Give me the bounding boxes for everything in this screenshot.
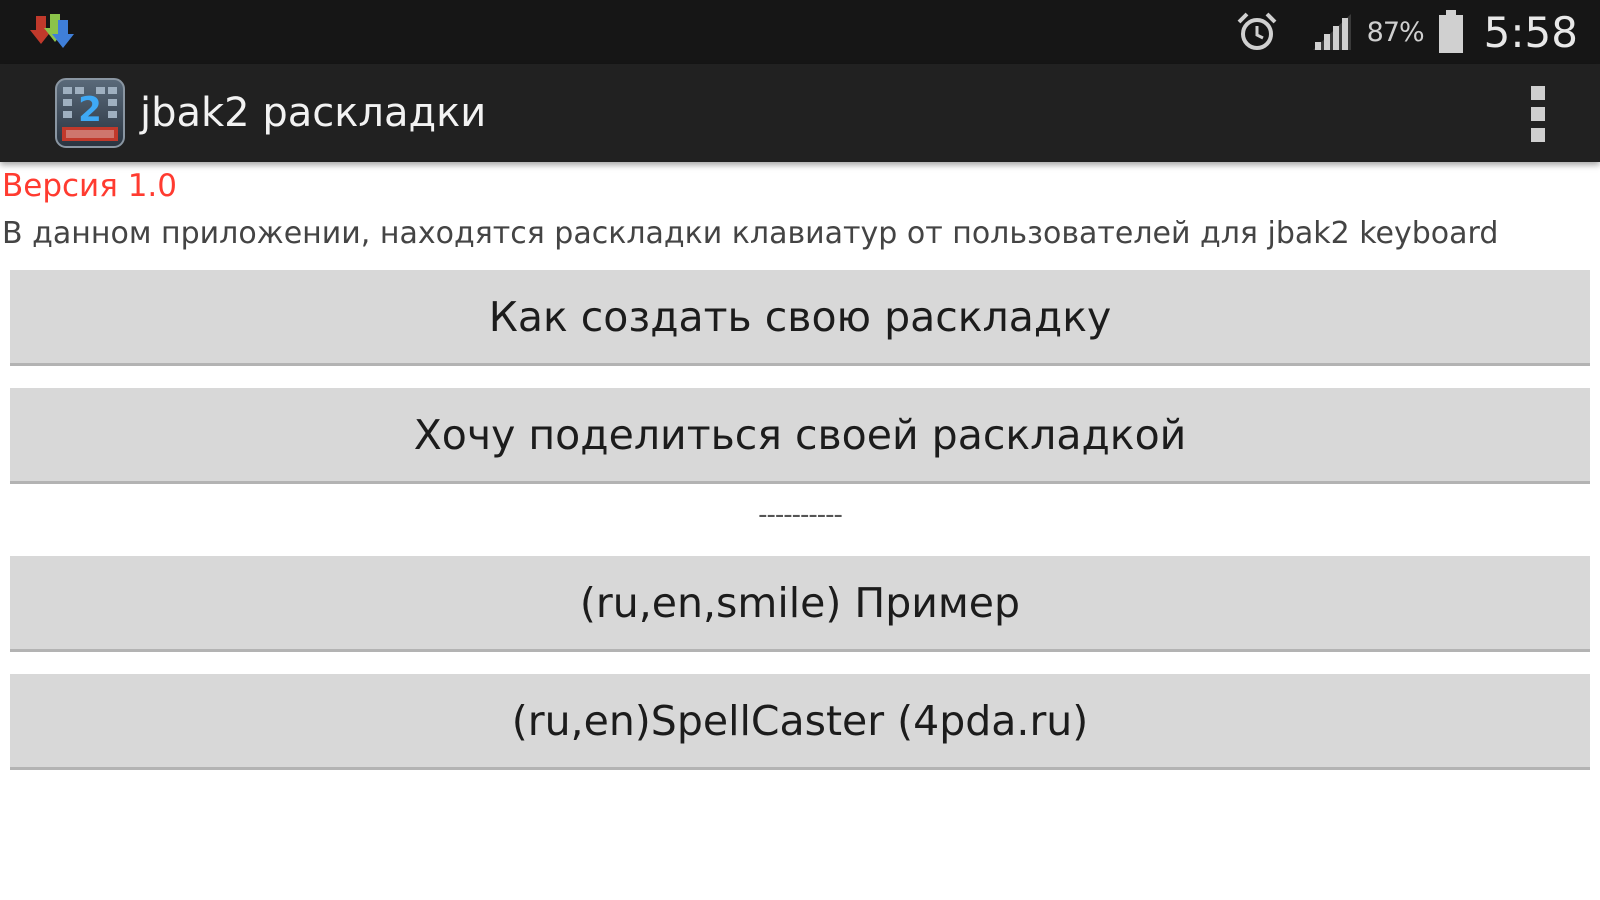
overflow-menu-icon[interactable] bbox=[1518, 86, 1558, 142]
share-layout-button[interactable]: Хочу поделиться своей раскладкой bbox=[10, 388, 1590, 484]
menu-dot bbox=[1531, 107, 1545, 121]
action-bar: 2 jbak2 раскладки bbox=[0, 64, 1600, 162]
download-icon bbox=[30, 12, 76, 52]
jbak2-keyboard-icon: 2 bbox=[54, 77, 126, 149]
battery-percent: 87% bbox=[1366, 16, 1425, 48]
status-clock: 5:58 bbox=[1483, 7, 1578, 57]
how-to-create-layout-button[interactable]: Как создать свою раскладку bbox=[10, 270, 1590, 366]
cell-signal-icon bbox=[1311, 12, 1353, 52]
status-bar: 87% 5:58 bbox=[0, 0, 1600, 64]
svg-text:2: 2 bbox=[78, 90, 102, 130]
status-icons: 87% 5:58 bbox=[1235, 0, 1578, 64]
app-description: В данном приложении, находятся раскладки… bbox=[2, 216, 1499, 251]
battery-icon bbox=[1438, 10, 1464, 54]
menu-dot bbox=[1531, 128, 1545, 142]
alarm-clock-icon bbox=[1235, 10, 1279, 54]
version-label: Версия 1.0 bbox=[2, 168, 178, 204]
layout-item-ru-en-smile-button[interactable]: (ru,en,smile) Пример bbox=[10, 556, 1590, 652]
app-title: jbak2 раскладки bbox=[140, 90, 487, 136]
layout-item-spellcaster-button[interactable]: (ru,en)SpellCaster (4pda.ru) bbox=[10, 674, 1590, 770]
menu-dot bbox=[1531, 86, 1545, 100]
separator: ---------- bbox=[758, 500, 843, 530]
